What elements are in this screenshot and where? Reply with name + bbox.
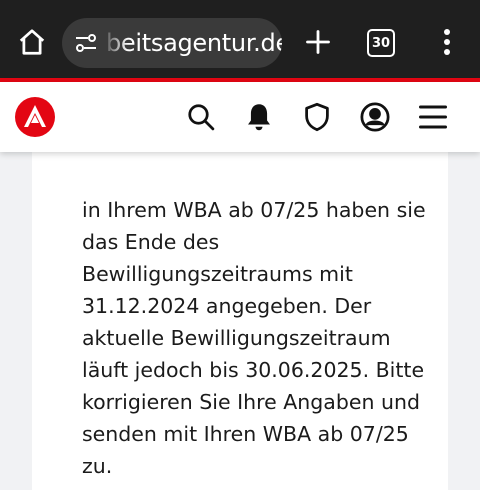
tabs-icon[interactable]: 30 bbox=[364, 26, 398, 60]
address-bar[interactable]: beitsagentur.de bbox=[62, 18, 282, 68]
shield-icon[interactable] bbox=[300, 100, 334, 134]
url-text: beitsagentur.de bbox=[106, 29, 282, 57]
message-text: in Ihrem WBA ab 07/25 haben sie das Ende… bbox=[82, 198, 426, 478]
bell-icon[interactable] bbox=[242, 100, 276, 134]
tab-count: 30 bbox=[367, 29, 395, 57]
site-header bbox=[0, 82, 480, 152]
account-icon[interactable] bbox=[358, 100, 392, 134]
browser-toolbar: beitsagentur.de 30 bbox=[0, 0, 480, 82]
message-card: in Ihrem WBA ab 07/25 haben sie das Ende… bbox=[32, 150, 448, 490]
hamburger-icon[interactable] bbox=[416, 100, 450, 134]
site-settings-icon[interactable] bbox=[74, 32, 98, 54]
more-vert-icon[interactable] bbox=[432, 24, 462, 60]
agentur-logo[interactable] bbox=[14, 96, 56, 138]
home-icon[interactable] bbox=[14, 24, 50, 60]
plus-icon[interactable] bbox=[300, 24, 336, 60]
search-icon[interactable] bbox=[184, 100, 218, 134]
